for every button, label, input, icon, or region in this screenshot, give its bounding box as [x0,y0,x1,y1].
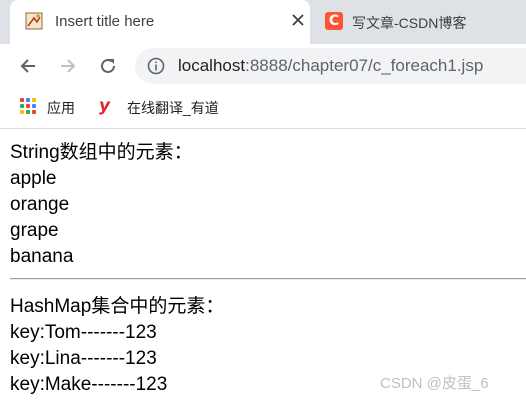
bookmark-youdao[interactable]: 在线翻译_有道 [127,98,219,118]
browser-toolbar: localhost:8888/chapter07/c_foreach1.jsp [0,44,526,88]
tab-csdn[interactable]: C 写文章-CSDN博客 [322,0,526,44]
forward-button[interactable] [54,52,82,80]
list-item: key:Lina-------123 [10,348,157,369]
list-item: grape [10,220,59,241]
tab-title: Insert title here [55,13,155,30]
tab-strip: Insert title here C 写文章-CSDN博客 [0,0,526,44]
document-icon [25,12,43,30]
array-heading: String数组中的元素： [10,142,193,163]
bookmarks-bar: 应用 y 在线翻译_有道 [0,88,526,129]
list-item: orange [10,194,70,215]
watermark: CSDN @皮蛋_6 [380,375,489,392]
map-heading: HashMap集合中的元素： [10,296,225,317]
bookmark-apps[interactable]: 应用 [47,98,75,118]
reload-icon [101,58,115,73]
address-bar[interactable]: localhost:8888/chapter07/c_foreach1.jsp [135,48,526,84]
back-button[interactable] [14,52,42,80]
list-item: apple [10,168,57,189]
info-icon[interactable] [147,57,165,75]
tab-title: 写文章-CSDN博客 [352,15,467,31]
csdn-icon: C [325,12,343,30]
reload-button[interactable] [94,52,122,80]
close-icon[interactable] [286,8,310,32]
forward-arrow-icon [61,59,76,73]
youdao-icon: y [99,96,111,116]
horizontal-rule [10,278,526,280]
list-item: key:Tom-------123 [10,322,157,343]
back-arrow-icon [20,59,35,73]
array-section: String数组中的元素： apple orange grape banana [10,140,526,270]
url-text[interactable]: localhost:8888/chapter07/c_foreach1.jsp [178,56,483,76]
list-item: banana [10,246,74,267]
apps-grid-icon[interactable] [20,98,36,114]
tab-insert-title[interactable]: Insert title here [10,0,310,44]
url-path: :8888/chapter07/c_foreach1.jsp [245,56,484,75]
url-host: localhost [178,56,246,75]
